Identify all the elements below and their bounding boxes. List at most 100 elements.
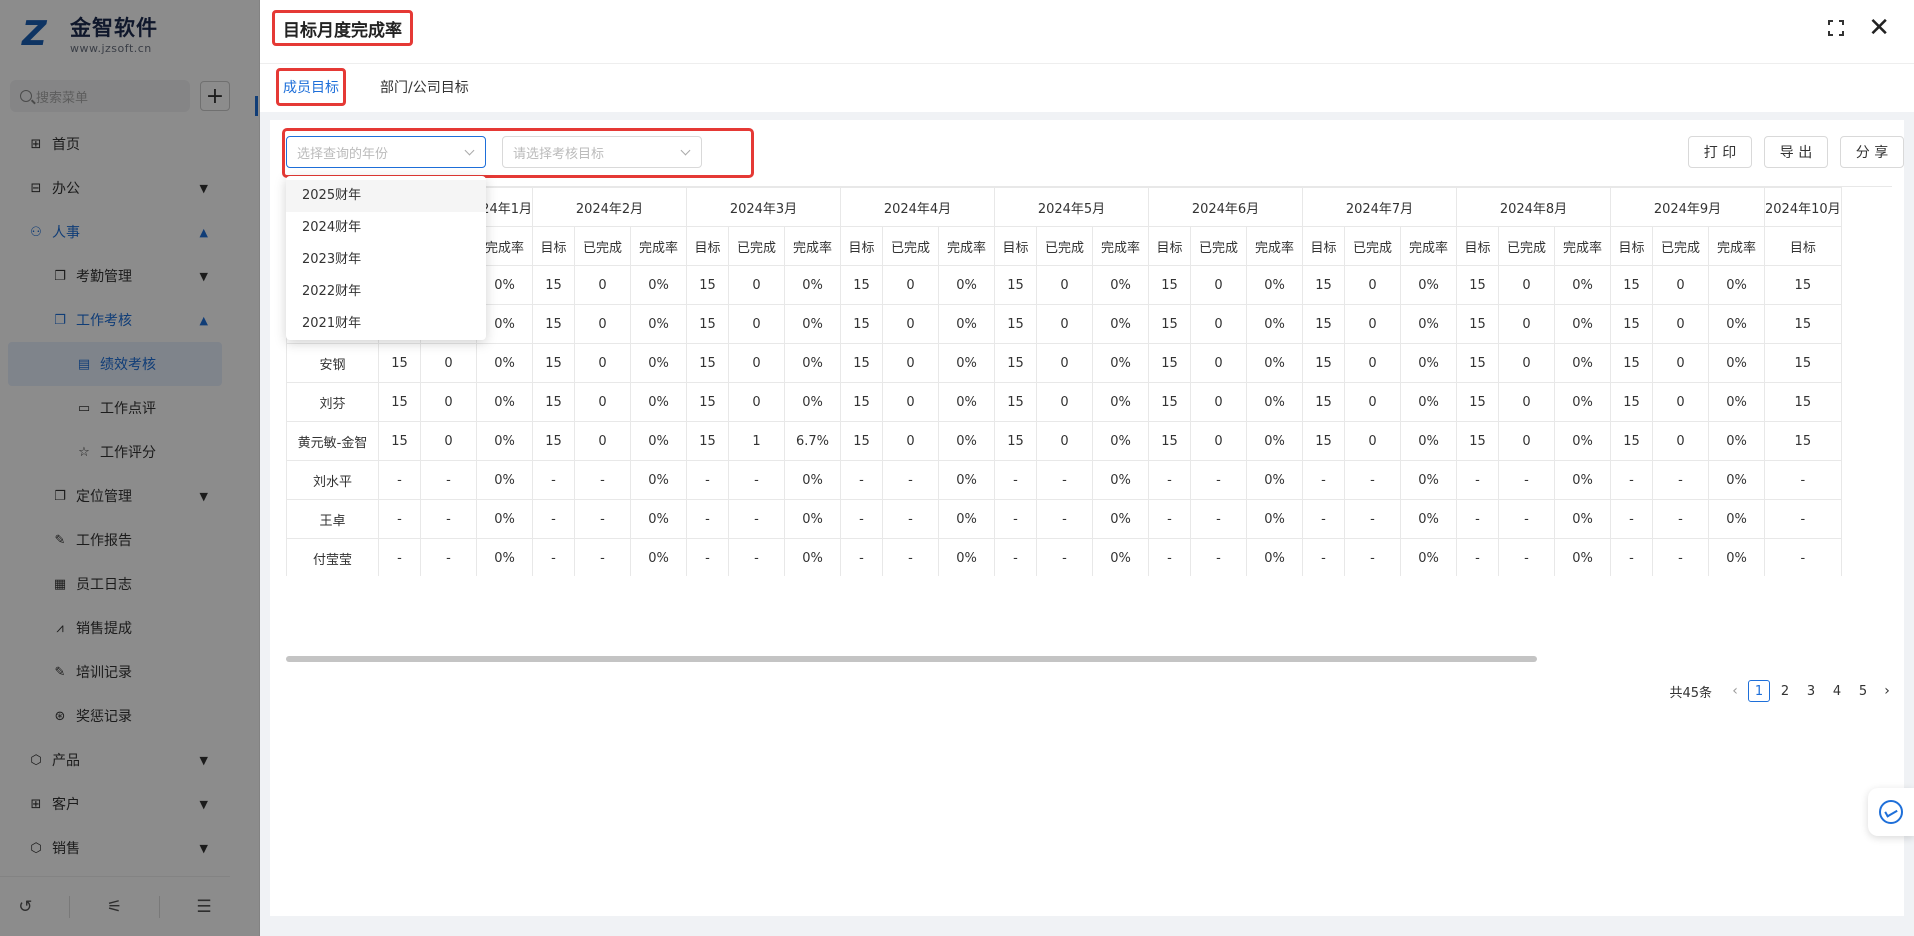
table-row: 0% 15 0 0% 15 0 0% 15 0 0% 15 0 0% 15 0 0% 15 0 0% 15 0 0% 15 0… bbox=[286, 265, 1842, 305]
share-button[interactable]: 分 享 bbox=[1840, 136, 1904, 168]
horizontal-scrollbar[interactable] bbox=[286, 656, 1892, 662]
year-select[interactable]: 选择查询的年份 bbox=[286, 136, 486, 168]
table-cell: 0% bbox=[784, 538, 841, 576]
page-2[interactable]: 2 bbox=[1774, 680, 1796, 702]
table-cell: 0 bbox=[882, 304, 939, 344]
table-cell: 15 bbox=[1764, 265, 1842, 305]
table-cell: - bbox=[994, 499, 1037, 539]
table-cell: 0% bbox=[476, 499, 533, 539]
tab-member-goal[interactable]: 成员目标 bbox=[276, 68, 346, 106]
table-cell: 0 bbox=[1190, 304, 1247, 344]
month-header: 2024年9月 bbox=[1610, 187, 1765, 227]
page-4[interactable]: 4 bbox=[1826, 680, 1848, 702]
table-cell: 15 bbox=[686, 304, 729, 344]
table-cell: - bbox=[1456, 460, 1499, 500]
table-cell: - bbox=[1302, 499, 1345, 539]
table-cell: 0% bbox=[938, 538, 995, 576]
table-cell: 15 bbox=[686, 421, 729, 461]
table-cell: 0 bbox=[1036, 304, 1093, 344]
table-cell: - bbox=[1498, 499, 1555, 539]
table-cell: 0% bbox=[1246, 421, 1303, 461]
table-cell: 0% bbox=[938, 382, 995, 422]
table-cell: 0% bbox=[1554, 382, 1611, 422]
year-option[interactable]: 2024财年 bbox=[286, 212, 486, 244]
table-cell: - bbox=[994, 538, 1037, 576]
print-button[interactable]: 打 印 bbox=[1688, 136, 1752, 168]
table-cell: 0% bbox=[630, 460, 687, 500]
page-3[interactable]: 3 bbox=[1800, 680, 1822, 702]
table-cell: - bbox=[1456, 499, 1499, 539]
fullscreen-icon[interactable] bbox=[1828, 20, 1845, 36]
table-cell: 15 bbox=[1456, 265, 1499, 305]
table-cell: 0% bbox=[630, 382, 687, 422]
table-cell: - bbox=[1148, 499, 1191, 539]
table-cell: - bbox=[1344, 499, 1401, 539]
table-cell: 0% bbox=[938, 421, 995, 461]
table-cell: 0% bbox=[1708, 499, 1765, 539]
table-cell: 15 bbox=[1302, 265, 1345, 305]
table-cell: 0 bbox=[882, 421, 939, 461]
goal-select[interactable]: 请选择考核目标 bbox=[502, 136, 702, 168]
table-cell: 0 bbox=[1652, 343, 1709, 383]
table-cell: 0% bbox=[1246, 499, 1303, 539]
close-icon[interactable]: ✕ bbox=[1868, 15, 1890, 41]
drawer-content: 选择查询的年份 请选择考核目标 打 印 导 出 分 享 2024年1月 2024年… bbox=[270, 120, 1904, 916]
table-cell: 15 bbox=[840, 265, 883, 305]
table-cell: 0 bbox=[1652, 382, 1709, 422]
tab-dept-goal[interactable]: 部门/公司目标 bbox=[380, 68, 469, 106]
member-name-cell: 刘水平 bbox=[286, 460, 379, 500]
table-cell: - bbox=[840, 499, 883, 539]
table-cell: 0 bbox=[1036, 421, 1093, 461]
table-cell: 15 bbox=[840, 304, 883, 344]
table-cell: 15 bbox=[840, 382, 883, 422]
table-cell: 0 bbox=[1498, 265, 1555, 305]
table-cell: - bbox=[840, 460, 883, 500]
year-option[interactable]: 2021财年 bbox=[286, 308, 486, 340]
sub-header: 已完成 bbox=[1036, 226, 1093, 266]
sub-header: 已完成 bbox=[1498, 226, 1555, 266]
table-cell: 0% bbox=[938, 343, 995, 383]
table-cell: 0% bbox=[1246, 304, 1303, 344]
table-cell: - bbox=[1190, 499, 1247, 539]
table-cell: - bbox=[1456, 538, 1499, 576]
table-cell: - bbox=[686, 460, 729, 500]
table-cell: 0% bbox=[1246, 265, 1303, 305]
table-row: 刘芬 15 0 0% 15 0 0% 15 0 0% 15 0 0% 15 0 0% 15 0 0% 15 0 0% 15 0… bbox=[286, 382, 1842, 422]
assistant-float-button[interactable] bbox=[1868, 788, 1914, 836]
page-5[interactable]: 5 bbox=[1852, 680, 1874, 702]
table-cell: 0% bbox=[1092, 304, 1149, 344]
table-cell: - bbox=[1610, 460, 1653, 500]
next-page-icon[interactable]: › bbox=[1878, 683, 1896, 699]
member-name-cell: 付莹莹 bbox=[286, 538, 379, 576]
goal-table-scroll[interactable]: 2024年1月 2024年2月 2024年3月 2024年4月 2024年5月 2024年… bbox=[286, 186, 1892, 576]
table-cell: 0% bbox=[1554, 343, 1611, 383]
table-cell: 0 bbox=[728, 343, 785, 383]
table-cell: - bbox=[1302, 538, 1345, 576]
table-cell: 0% bbox=[1400, 421, 1457, 461]
prev-page-icon[interactable]: ‹ bbox=[1726, 683, 1744, 699]
export-button[interactable]: 导 出 bbox=[1764, 136, 1828, 168]
year-option[interactable]: 2022财年 bbox=[286, 276, 486, 308]
year-option[interactable]: 2023财年 bbox=[286, 244, 486, 276]
table-cell: 0% bbox=[1554, 460, 1611, 500]
sub-header: 已完成 bbox=[882, 226, 939, 266]
table-cell: 0% bbox=[476, 421, 533, 461]
page-1[interactable]: 1 bbox=[1748, 680, 1770, 702]
chevron-down-icon bbox=[680, 145, 691, 156]
table-cell: - bbox=[1036, 460, 1093, 500]
table-cell: 0% bbox=[1092, 499, 1149, 539]
table-cell: - bbox=[574, 538, 631, 576]
table-cell: 0% bbox=[1400, 499, 1457, 539]
table-cell: - bbox=[378, 499, 421, 539]
table-cell: 0% bbox=[476, 382, 533, 422]
table-cell: 0 bbox=[882, 265, 939, 305]
year-option[interactable]: 2025财年 bbox=[286, 180, 486, 212]
table-cell: 0 bbox=[882, 343, 939, 383]
table-cell: 0 bbox=[1498, 343, 1555, 383]
month-header: 2024年3月 bbox=[686, 187, 841, 227]
table-cell: 0 bbox=[420, 343, 477, 383]
table-cell: 0% bbox=[1400, 460, 1457, 500]
scrollbar-thumb[interactable] bbox=[286, 656, 1537, 662]
table-cell: 0% bbox=[1708, 538, 1765, 576]
table-cell: 0% bbox=[1246, 382, 1303, 422]
